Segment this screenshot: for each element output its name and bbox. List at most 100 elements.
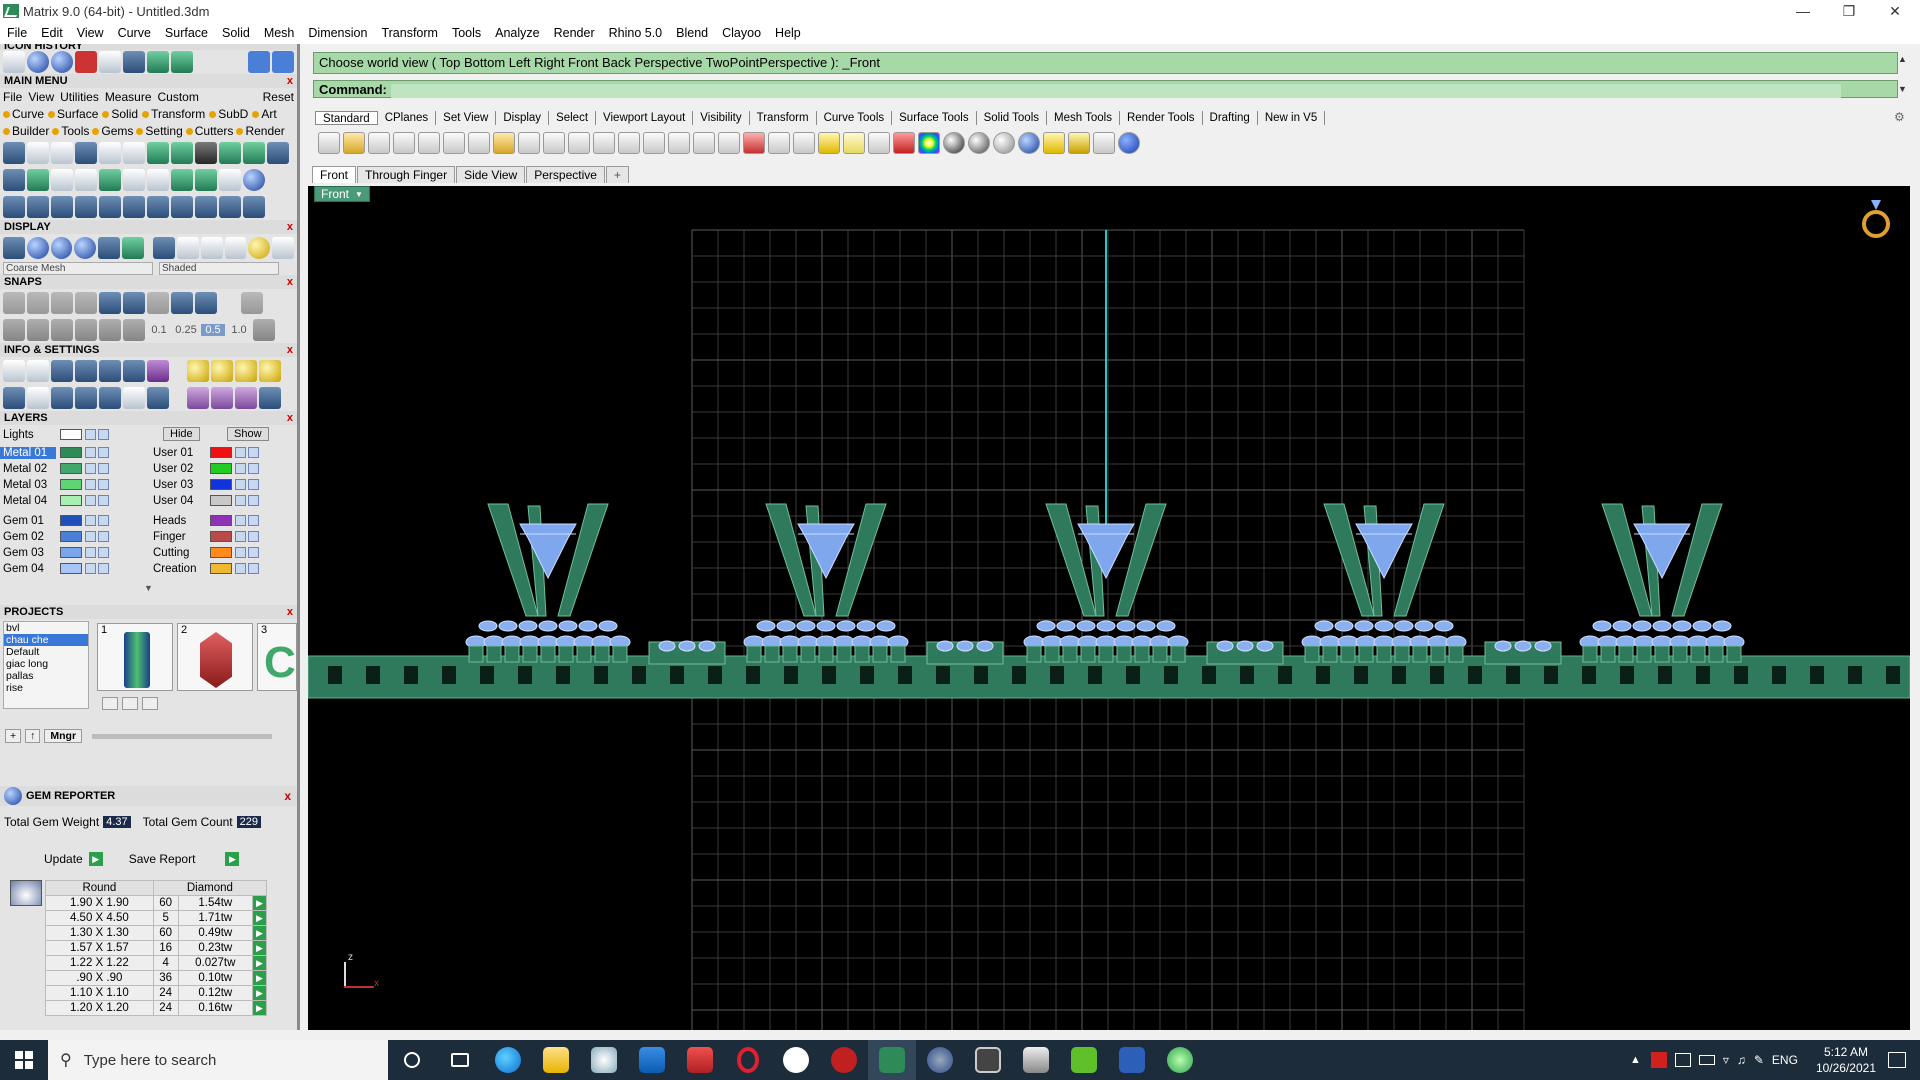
tab-solid-tools[interactable]: Solid Tools bbox=[977, 111, 1047, 125]
module-solid[interactable]: Solid bbox=[102, 107, 138, 121]
app-icon[interactable] bbox=[916, 1040, 964, 1080]
history-tool-icon[interactable] bbox=[3, 51, 25, 73]
pen-icon[interactable]: ✎ bbox=[1754, 1053, 1764, 1067]
project-item[interactable]: giac long bbox=[4, 658, 88, 670]
menu-curve[interactable]: Curve bbox=[111, 26, 158, 40]
layer-lock-icon[interactable] bbox=[235, 531, 246, 542]
module-builder[interactable]: Builder bbox=[3, 124, 49, 138]
info-icon[interactable] bbox=[187, 386, 209, 409]
paste-icon[interactable] bbox=[493, 132, 515, 154]
snap-icon[interactable] bbox=[241, 291, 263, 314]
copy-icon[interactable] bbox=[468, 132, 490, 154]
app-icon[interactable] bbox=[1012, 1040, 1060, 1080]
material-icon[interactable] bbox=[224, 236, 247, 259]
snap-icon[interactable] bbox=[3, 318, 25, 341]
tab-new-in-v5[interactable]: New in V5 bbox=[1258, 111, 1326, 125]
zoom-extents-icon[interactable] bbox=[643, 132, 665, 154]
info-icon[interactable] bbox=[235, 359, 257, 382]
open-folder-icon[interactable] bbox=[343, 132, 365, 154]
dimension-icon[interactable] bbox=[1043, 132, 1065, 154]
tray-app-icon[interactable] bbox=[1674, 1053, 1691, 1067]
tool-icon[interactable] bbox=[75, 168, 97, 191]
grid-icon[interactable] bbox=[253, 318, 275, 341]
export-icon[interactable] bbox=[418, 132, 440, 154]
snap-icon[interactable] bbox=[99, 291, 121, 314]
add-icon[interactable] bbox=[102, 697, 118, 710]
layer-lock-icon[interactable] bbox=[85, 479, 96, 490]
menu-render[interactable]: Render bbox=[547, 26, 602, 40]
tool-icon[interactable] bbox=[267, 141, 289, 164]
info-icon[interactable] bbox=[187, 359, 209, 382]
layer-lock-icon[interactable] bbox=[235, 495, 246, 506]
undo-view-icon[interactable] bbox=[693, 132, 715, 154]
project-item[interactable]: Default bbox=[4, 646, 88, 658]
snap-icon[interactable] bbox=[51, 318, 73, 341]
info-icon[interactable] bbox=[123, 386, 145, 409]
module-art[interactable]: Art bbox=[252, 107, 277, 121]
projects-manager-button[interactable]: Mngr bbox=[44, 729, 83, 743]
task-view-icon[interactable] bbox=[436, 1040, 484, 1080]
tool-icon[interactable] bbox=[219, 168, 241, 191]
zoom-window-icon[interactable] bbox=[618, 132, 640, 154]
layer-visible-icon[interactable] bbox=[98, 495, 109, 506]
tool-icon[interactable] bbox=[171, 195, 193, 218]
history-tool-icon[interactable] bbox=[171, 51, 193, 73]
info-icon[interactable] bbox=[75, 386, 97, 409]
snap-value-0.1[interactable]: 0.1 bbox=[147, 324, 171, 336]
info-icon[interactable] bbox=[147, 386, 169, 409]
close-icon[interactable]: x bbox=[287, 74, 293, 88]
info-icon[interactable] bbox=[211, 359, 233, 382]
layer-visible-icon[interactable] bbox=[248, 447, 259, 458]
history-tool-icon[interactable] bbox=[51, 51, 73, 73]
module-cutters[interactable]: Cutters bbox=[185, 124, 233, 138]
project-item-selected[interactable]: chau che bbox=[4, 634, 88, 646]
info-icon[interactable] bbox=[51, 359, 73, 382]
display-icon[interactable] bbox=[98, 236, 120, 259]
main-menu-custom[interactable]: Custom bbox=[158, 90, 199, 104]
layer-visible-icon[interactable] bbox=[248, 547, 259, 558]
layer-lock-icon[interactable] bbox=[85, 547, 96, 558]
tool-icon[interactable] bbox=[51, 195, 73, 218]
close-icon[interactable]: x bbox=[287, 411, 293, 425]
layer-visible-icon[interactable] bbox=[248, 495, 259, 506]
tool-icon[interactable] bbox=[123, 141, 145, 164]
snap-icon[interactable] bbox=[3, 291, 25, 314]
info-icon[interactable] bbox=[211, 386, 233, 409]
tool-icon[interactable] bbox=[243, 168, 265, 191]
undo-icon[interactable] bbox=[518, 132, 540, 154]
help-icon[interactable] bbox=[1118, 132, 1140, 154]
tab-through-finger[interactable]: Through Finger bbox=[357, 166, 456, 183]
layer-visible-icon[interactable] bbox=[98, 447, 109, 458]
tab-standard[interactable]: Standard bbox=[315, 111, 378, 125]
project-item[interactable]: pallas bbox=[4, 670, 88, 682]
select-gems-button[interactable]: ▶ bbox=[252, 955, 267, 971]
main-menu-utilities[interactable]: Utilities bbox=[60, 90, 99, 104]
display-mode-select[interactable]: Shaded bbox=[159, 261, 279, 275]
network-icon[interactable]: ▿ bbox=[1723, 1053, 1729, 1067]
menu-help[interactable]: Help bbox=[768, 26, 808, 40]
snap-icon[interactable] bbox=[75, 318, 97, 341]
tool-icon[interactable] bbox=[243, 195, 265, 218]
shading-icon[interactable] bbox=[26, 236, 49, 259]
menu-rhino5[interactable]: Rhino 5.0 bbox=[602, 26, 670, 40]
arrow-right-icon[interactable] bbox=[272, 51, 294, 73]
layer-row[interactable]: Finger bbox=[150, 529, 261, 544]
select-gems-button[interactable]: ▶ bbox=[252, 940, 267, 956]
layer-color-swatch[interactable] bbox=[60, 495, 82, 506]
four-view-icon[interactable] bbox=[718, 132, 740, 154]
pan-hand-icon[interactable] bbox=[543, 132, 565, 154]
layer-color-swatch[interactable] bbox=[210, 515, 232, 526]
layer-visible-icon[interactable] bbox=[248, 515, 259, 526]
viewport-label[interactable]: Front ▼ bbox=[314, 186, 370, 202]
menu-solid[interactable]: Solid bbox=[215, 26, 257, 40]
snap-icon[interactable] bbox=[27, 291, 49, 314]
module-transform[interactable]: Transform bbox=[142, 107, 205, 121]
settings-gear-icon[interactable] bbox=[3, 359, 25, 382]
tool-icon[interactable] bbox=[123, 168, 145, 191]
layers-show-button[interactable]: Show bbox=[227, 427, 269, 441]
minimize-icon[interactable]: — bbox=[1780, 0, 1826, 22]
table-row[interactable]: 1.22 X 1.22 4 0.027tw ▶ bbox=[45, 955, 267, 971]
layer-lock-icon[interactable] bbox=[85, 429, 96, 440]
layer-visible-icon[interactable] bbox=[98, 563, 109, 574]
layer-row[interactable]: Cutting bbox=[150, 545, 261, 560]
